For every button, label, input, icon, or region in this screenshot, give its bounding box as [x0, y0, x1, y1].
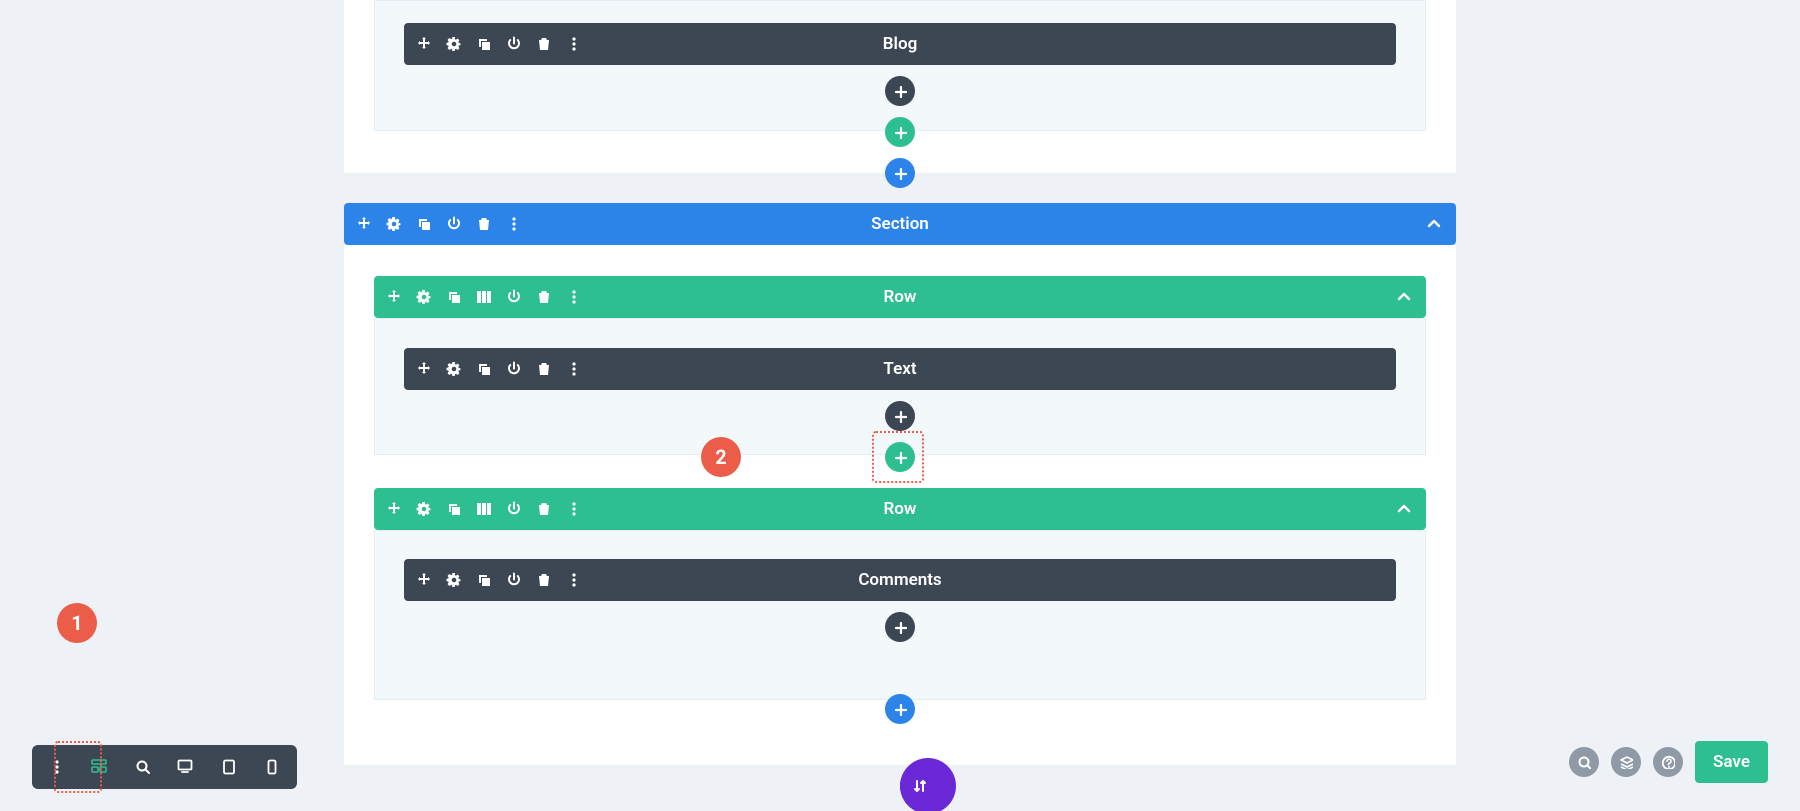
wireframe-view-button[interactable]: [89, 756, 111, 778]
power-icon[interactable]: [446, 216, 462, 232]
power-icon[interactable]: [506, 36, 522, 52]
help-icon: [1661, 755, 1675, 769]
power-icon[interactable]: [506, 501, 522, 517]
more-icon[interactable]: [566, 289, 582, 305]
trash-icon[interactable]: [536, 36, 552, 52]
plus-icon: [893, 409, 907, 423]
settings-icon[interactable]: [446, 361, 462, 377]
search-icon: [1577, 755, 1591, 769]
move-icon[interactable]: [416, 361, 432, 377]
row-toolbar: [386, 289, 582, 305]
help-button[interactable]: [1653, 747, 1683, 777]
module-toolbar: [416, 572, 582, 588]
columns-icon[interactable]: [476, 289, 492, 305]
more-icon[interactable]: [566, 572, 582, 588]
trash-icon[interactable]: [476, 216, 492, 232]
duplicate-icon[interactable]: [476, 572, 492, 588]
add-section-button[interactable]: [885, 158, 915, 188]
plus-icon: [893, 125, 907, 139]
duplicate-icon[interactable]: [446, 289, 462, 305]
plus-icon: [893, 84, 907, 98]
desktop-view-button[interactable]: [175, 756, 197, 778]
settings-icon[interactable]: [416, 501, 432, 517]
module-toolbar: [416, 36, 582, 52]
module-bar-comments[interactable]: Comments: [404, 559, 1396, 601]
settings-icon[interactable]: [446, 36, 462, 52]
more-icon[interactable]: [46, 756, 68, 778]
module-toolbar: [416, 361, 582, 377]
annotation-badge-2: 2: [701, 437, 741, 477]
row-bar-2[interactable]: Row: [374, 488, 1426, 530]
columns-icon[interactable]: [476, 501, 492, 517]
zoom-button[interactable]: [132, 756, 154, 778]
move-icon[interactable]: [416, 572, 432, 588]
annotation-badge-1: 1: [57, 603, 97, 643]
more-icon[interactable]: [566, 36, 582, 52]
more-icon[interactable]: [566, 361, 582, 377]
settings-icon[interactable]: [416, 289, 432, 305]
module-bar-blog[interactable]: Blog: [404, 23, 1396, 65]
chevron-up-icon: [1396, 501, 1412, 517]
save-label: Save: [1713, 752, 1750, 772]
add-module-button[interactable]: [885, 401, 915, 431]
chevron-up-icon: [1426, 216, 1442, 232]
swap-icon: [912, 778, 928, 794]
trash-icon[interactable]: [536, 361, 552, 377]
footer-right-actions: Save: [1569, 741, 1768, 783]
module-bar-text[interactable]: Text: [404, 348, 1396, 390]
settings-icon[interactable]: [386, 216, 402, 232]
collapse-button[interactable]: [1396, 501, 1412, 517]
trash-icon[interactable]: [536, 289, 552, 305]
duplicate-icon[interactable]: [476, 36, 492, 52]
footer-portability-button[interactable]: [900, 766, 940, 806]
row-0-background: [374, 0, 1426, 131]
collapse-button[interactable]: [1426, 216, 1442, 232]
add-module-button[interactable]: [885, 76, 915, 106]
duplicate-icon[interactable]: [416, 216, 432, 232]
plus-icon: [893, 702, 907, 716]
add-row-button[interactable]: [885, 117, 915, 147]
save-button[interactable]: Save: [1695, 741, 1768, 783]
phone-view-button[interactable]: [261, 756, 283, 778]
move-icon[interactable]: [356, 216, 372, 232]
trash-icon[interactable]: [536, 572, 552, 588]
more-icon[interactable]: [506, 216, 522, 232]
move-icon[interactable]: [416, 36, 432, 52]
power-icon[interactable]: [506, 289, 522, 305]
section-toolbar: [356, 216, 522, 232]
trash-icon[interactable]: [536, 501, 552, 517]
more-icon[interactable]: [566, 501, 582, 517]
plus-icon: [893, 166, 907, 180]
duplicate-icon[interactable]: [446, 501, 462, 517]
search-button[interactable]: [1569, 747, 1599, 777]
add-row-between-button[interactable]: [885, 442, 915, 472]
section-bar[interactable]: Section: [344, 203, 1456, 245]
collapse-button[interactable]: [1396, 289, 1412, 305]
row-bar-1[interactable]: Row: [374, 276, 1426, 318]
plus-icon: [893, 620, 907, 634]
add-module-button[interactable]: [885, 612, 915, 642]
move-icon[interactable]: [386, 501, 402, 517]
row-toolbar: [386, 501, 582, 517]
plus-icon: [893, 450, 907, 464]
view-mode-toolbar: [32, 745, 297, 789]
duplicate-icon[interactable]: [476, 361, 492, 377]
tablet-view-button[interactable]: [218, 756, 240, 778]
power-icon[interactable]: [506, 361, 522, 377]
move-icon[interactable]: [386, 289, 402, 305]
settings-icon[interactable]: [446, 572, 462, 588]
power-icon[interactable]: [506, 572, 522, 588]
chevron-up-icon: [1396, 289, 1412, 305]
add-section-button-peek[interactable]: [885, 694, 915, 724]
layers-icon: [1619, 755, 1633, 769]
layers-button[interactable]: [1611, 747, 1641, 777]
